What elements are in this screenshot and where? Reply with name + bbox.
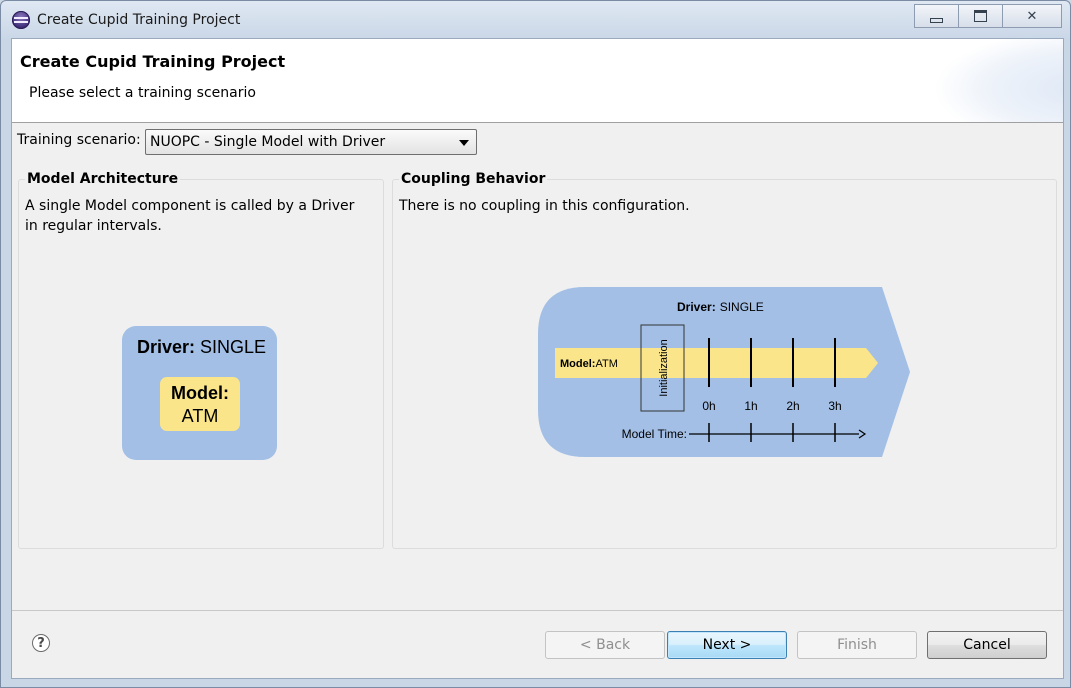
timeline-driver-label: Driver:: [677, 300, 716, 314]
scenario-dropdown[interactable]: NUOPC - Single Model with Driver: [145, 129, 477, 155]
time-tick-label-1h: 1h: [744, 399, 757, 413]
time-tick-label-3h: 3h: [828, 399, 841, 413]
time-tick-label-2h: 2h: [786, 399, 799, 413]
wizard-window: Create Cupid Training Project ✕ Create C…: [0, 0, 1071, 688]
coupling-behavior-group: Coupling Behavior There is no coupling i…: [392, 171, 1057, 549]
close-icon: ✕: [1026, 8, 1038, 24]
title-bar[interactable]: Create Cupid Training Project ✕: [1, 1, 1070, 37]
scenario-selected-value: NUOPC - Single Model with Driver: [150, 134, 386, 150]
driver-label: Driver:: [137, 337, 195, 357]
banner-title: Create Cupid Training Project: [20, 52, 286, 71]
coupling-diagram: Driver: SINGLE Model:ATM Initialization 0…: [538, 287, 910, 457]
dropdown-arrow-icon: [459, 140, 469, 146]
next-button[interactable]: Next >: [667, 631, 787, 659]
eclipse-icon: [12, 11, 30, 29]
model-architecture-description: A single Model component is called by a …: [25, 198, 355, 234]
initialization-label: Initialization: [658, 339, 670, 396]
time-tick-label-0h: 0h: [702, 399, 715, 413]
minimize-button[interactable]: [914, 4, 959, 28]
banner-decoration: [933, 39, 1063, 122]
time-axis-label: Model Time:: [622, 427, 687, 441]
finish-button[interactable]: Finish: [797, 631, 917, 659]
timeline-driver-caption: Driver: SINGLE: [677, 300, 764, 314]
model-architecture-group: Model Architecture A single Model compon…: [18, 171, 384, 549]
close-button[interactable]: ✕: [1002, 4, 1062, 28]
timeline-model-name: ATM: [595, 358, 617, 370]
coupling-behavior-description: There is no coupling in this configurati…: [399, 198, 690, 214]
driver-name: SINGLE: [200, 337, 266, 357]
scenario-label: Training scenario:: [17, 132, 141, 148]
minimize-icon: [930, 17, 943, 23]
timeline-model-caption: Model:ATM: [560, 358, 618, 370]
window-controls: ✕: [914, 4, 1062, 28]
driver-caption: Driver: SINGLE: [137, 337, 266, 357]
window-title: Create Cupid Training Project: [37, 12, 241, 28]
coupling-behavior-title: Coupling Behavior: [399, 171, 548, 187]
back-button[interactable]: < Back: [545, 631, 665, 659]
dialog-client-area: Create Cupid Training Project Please sel…: [11, 38, 1064, 679]
model-name: ATM: [182, 406, 219, 426]
timeline-model-label: Model:: [560, 358, 595, 370]
timeline-driver-name: SINGLE: [720, 300, 764, 314]
architecture-diagram: Driver: SINGLE Model: ATM: [122, 326, 277, 460]
help-icon[interactable]: ?: [32, 634, 50, 652]
maximize-button[interactable]: [958, 4, 1003, 28]
cancel-button[interactable]: Cancel: [927, 631, 1047, 659]
model-architecture-title: Model Architecture: [25, 171, 181, 187]
wizard-banner: Create Cupid Training Project Please sel…: [12, 39, 1063, 123]
banner-subtitle: Please select a training scenario: [29, 85, 256, 101]
button-bar-separator: [12, 610, 1063, 611]
maximize-icon: [974, 10, 987, 22]
model-label: Model:: [171, 383, 229, 403]
